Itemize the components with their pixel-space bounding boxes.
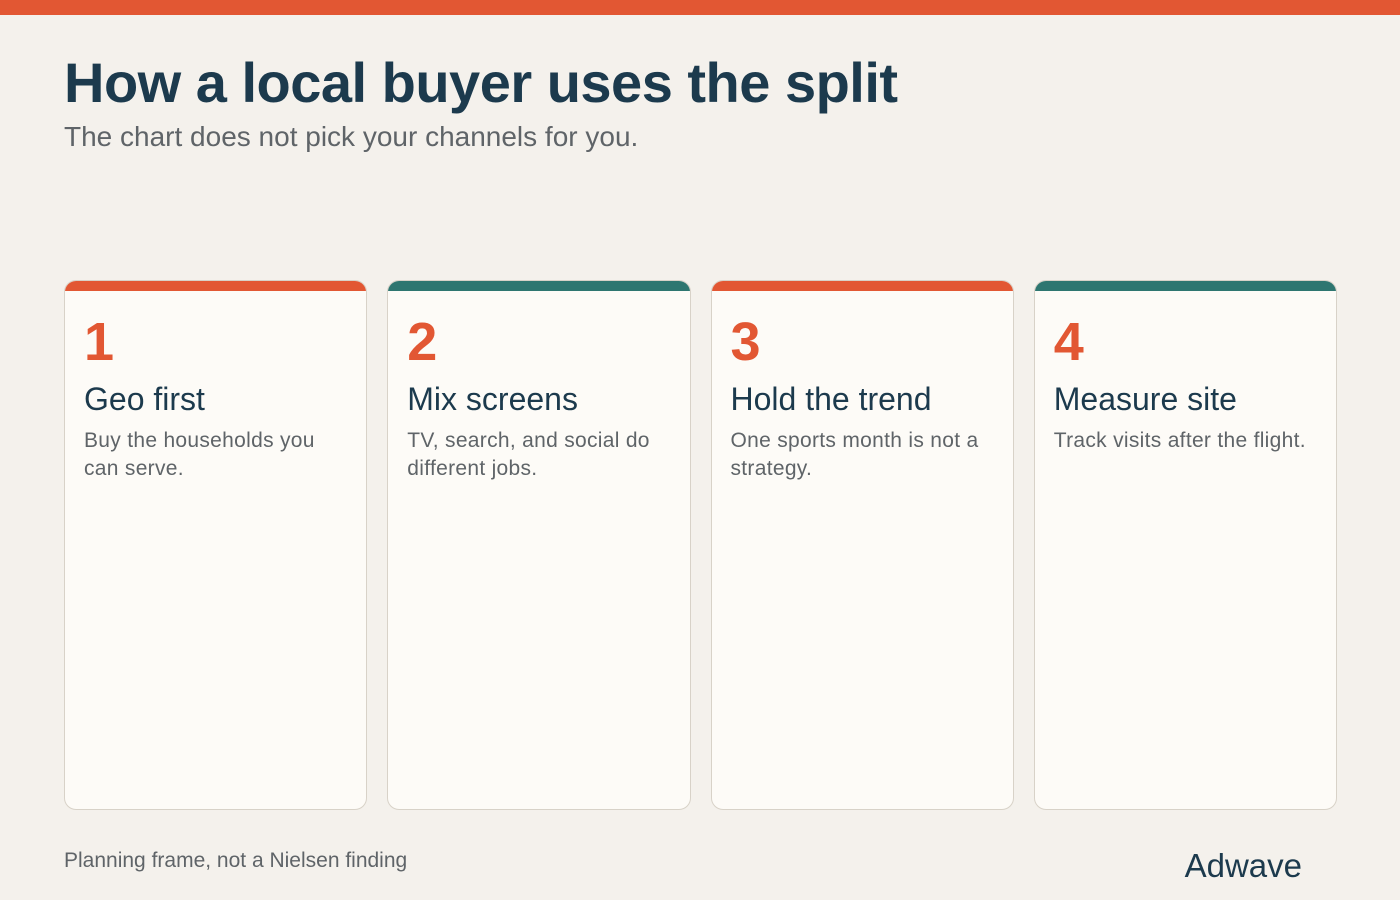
step-card-hold-the-trend: 3 Hold the trend One sports month is not… — [710, 280, 1014, 810]
step-number: 3 — [730, 312, 761, 372]
step-description: One sports month is not a strategy. — [730, 429, 979, 480]
card-accent-bar — [65, 281, 367, 291]
footnote: Planning frame, not a Nielsen finding — [64, 849, 408, 872]
step-title: Geo first — [84, 381, 205, 417]
step-description: Track visits after the flight. — [1053, 429, 1306, 452]
page-title: How a local buyer uses the split — [64, 51, 898, 114]
card-accent-bar — [388, 281, 690, 291]
page-subtitle: The chart does not pick your channels fo… — [64, 121, 639, 152]
step-description: Buy the households you can serve. — [84, 429, 315, 480]
step-title: Measure site — [1053, 381, 1237, 417]
step-number: 2 — [407, 312, 438, 372]
step-title: Hold the trend — [730, 381, 932, 417]
step-number: 4 — [1053, 312, 1084, 372]
step-title: Mix screens — [407, 381, 578, 417]
slide: How a local buyer uses the split The cha… — [0, 0, 1400, 900]
step-cards: 1 Geo first Buy the households you can s… — [64, 280, 1337, 810]
card-accent-bar — [1034, 281, 1336, 291]
top-accent-bar — [0, 0, 1400, 15]
step-number: 1 — [84, 312, 115, 372]
brand-wordmark: Adwave — [1184, 847, 1302, 884]
step-card-geo-first: 1 Geo first Buy the households you can s… — [64, 280, 368, 810]
card-accent-bar — [711, 281, 1013, 291]
step-card-mix-screens: 2 Mix screens TV, search, and social do … — [387, 280, 691, 810]
step-card-measure-site: 4 Measure site Track visits after the fl… — [1033, 280, 1337, 810]
step-description: TV, search, and social do different jobs… — [407, 429, 650, 480]
